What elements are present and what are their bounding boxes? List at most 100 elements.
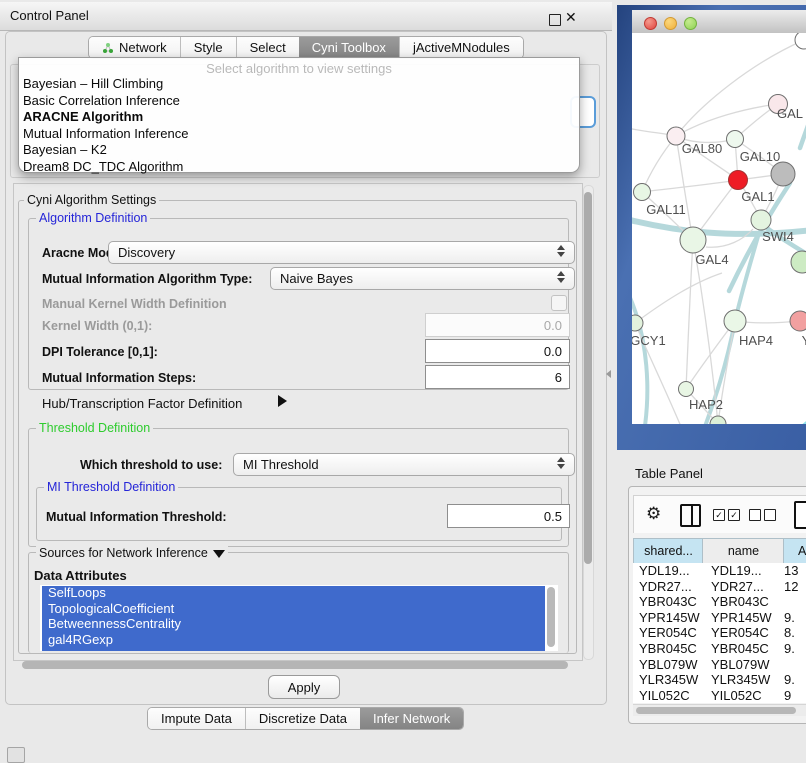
settings-vertical-scrollbar-thumb[interactable]	[584, 192, 592, 564]
tab-network[interactable]: Network	[89, 37, 180, 58]
column-header-partial[interactable]: A	[783, 538, 806, 564]
algorithm-option[interactable]: ARACNE Algorithm	[19, 109, 579, 126]
network-node-swi4[interactable]	[751, 210, 771, 230]
table-hscroll-thumb[interactable]	[636, 707, 796, 714]
kernel-width-field[interactable]: 0.0	[425, 313, 570, 337]
table-cell: YBL079W	[633, 657, 708, 673]
which-threshold-combo[interactable]: MI Threshold	[233, 453, 575, 476]
network-node-y[interactable]	[790, 311, 806, 331]
gear-icon[interactable]: ⚙	[646, 504, 661, 524]
which-threshold-label: Which threshold to use:	[80, 458, 222, 472]
network-node-hap4[interactable]	[724, 310, 746, 332]
close-traffic-light-icon[interactable]	[644, 17, 657, 30]
table-cell: YIL052C	[633, 688, 708, 703]
panel-divider-arrow[interactable]	[606, 370, 611, 378]
network-window-titlebar[interactable]	[632, 10, 806, 34]
tab-label: Impute Data	[161, 711, 232, 726]
tab-jactivemnodules[interactable]: jActiveMNodules	[399, 37, 523, 58]
cyan-thick-edge	[780, 409, 806, 424]
minimized-panel-icon[interactable]	[7, 747, 25, 763]
sources-collapse-arrow-icon[interactable]	[213, 550, 225, 558]
network-node-gal11[interactable]	[634, 184, 651, 201]
network-node-gal4[interactable]	[680, 227, 706, 253]
tab-cyni-toolbox[interactable]: Cyni Toolbox	[299, 37, 399, 58]
algorithm-option[interactable]: Basic Correlation Inference	[19, 93, 579, 110]
unchecked-checkbox-icon[interactable]	[764, 509, 776, 521]
network-node-gal10[interactable]	[727, 131, 744, 148]
which-threshold-value: MI Threshold	[243, 457, 319, 472]
table-cell	[783, 594, 806, 610]
attribute-item[interactable]: TopologicalCoefficient	[40, 601, 558, 617]
table-horizontal-scrollbar[interactable]	[633, 704, 806, 716]
attribute-item[interactable]: SelfLoops	[40, 585, 558, 601]
column-header-name[interactable]: name	[702, 538, 785, 564]
table-cell: 8.	[783, 625, 806, 641]
control-panel-titlebar	[0, 2, 612, 31]
aracne-mode-combo[interactable]: Discovery	[108, 241, 575, 264]
mi-type-combo[interactable]: Naive Bayes	[270, 267, 575, 290]
manual-kernel-checkbox[interactable]	[551, 295, 567, 311]
data-attributes-list[interactable]: SelfLoopsTopologicalCoefficientBetweenne…	[40, 585, 558, 651]
network-view[interactable]: GALGAL80GAL10GAL1GAL11SWI4GAL4GCY1HAP4YH…	[632, 33, 806, 424]
table-row[interactable]: YDR27...YDR27...12	[633, 579, 806, 595]
algorithm-definition-title: Algorithm Definition	[36, 211, 150, 225]
table-cell: YER054C	[708, 625, 783, 641]
table-row[interactable]: YLR345WYLR345W9.	[633, 672, 806, 688]
table-row[interactable]: YDL19...YDL19...13	[633, 563, 806, 579]
network-node-label: HAP2	[689, 397, 723, 412]
mi-threshold-field[interactable]: 0.5	[447, 504, 570, 528]
network-node-hap2[interactable]	[679, 382, 694, 397]
bottom-tab-discretize-data[interactable]: Discretize Data	[245, 708, 360, 729]
bottom-tab-infer-network[interactable]: Infer Network	[360, 708, 463, 729]
tab-select[interactable]: Select	[236, 37, 299, 58]
table-panel-title: Table Panel	[635, 466, 703, 481]
algorithm-option[interactable]: Bayesian – Hill Climbing	[19, 76, 579, 93]
checked-checkbox-icon[interactable]: ✓	[713, 509, 725, 521]
network-node[interactable]	[771, 162, 795, 186]
minimize-traffic-light-icon[interactable]	[664, 17, 677, 30]
network-node-label: GAL	[777, 106, 803, 121]
control-panel-tabs: NetworkStyle Select Cyni ToolboxjActiveMNo…	[88, 36, 524, 59]
network-node-gcy1[interactable]	[632, 315, 643, 331]
unchecked-checkbox-icon[interactable]	[749, 509, 761, 521]
column-view-icon[interactable]	[680, 504, 701, 527]
table-cell: YBR043C	[708, 594, 783, 610]
algorithm-option[interactable]: Bayesian – K2	[19, 142, 579, 159]
table-row[interactable]: YBL079WYBL079W	[633, 657, 806, 673]
zoom-traffic-light-icon[interactable]	[684, 17, 697, 30]
tab-style[interactable]: Style	[180, 37, 236, 58]
network-node[interactable]	[791, 251, 806, 273]
table-row[interactable]: YER054CYER054C8.	[633, 625, 806, 641]
tab-label: Select	[250, 40, 286, 55]
algorithm-option[interactable]: Mutual Information Inference	[19, 126, 579, 143]
settings-horizontal-scrollbar[interactable]	[22, 661, 568, 669]
network-node[interactable]	[795, 33, 806, 49]
sources-group-title[interactable]: Sources for Network Inference	[36, 546, 228, 560]
float-window-icon[interactable]	[549, 14, 561, 26]
table-file-icon[interactable]	[794, 501, 806, 529]
algorithm-option[interactable]: Dream8 DC_TDC Algorithm	[19, 159, 579, 176]
table-row[interactable]: YIL052CYIL052C9	[633, 688, 806, 703]
checked-checkbox-icon[interactable]: ✓	[728, 509, 740, 521]
attributes-list-scrollbar[interactable]	[547, 587, 555, 647]
table-row[interactable]: YBR045CYBR045C9.	[633, 641, 806, 657]
data-attributes-label: Data Attributes	[34, 568, 127, 583]
attribute-item[interactable]: BetweennessCentrality	[40, 616, 558, 632]
cyni-settings-group-title: Cyni Algorithm Settings	[24, 193, 159, 207]
network-node-gal1[interactable]	[729, 171, 748, 190]
apply-button[interactable]: Apply	[268, 675, 340, 699]
dpi-tolerance-field[interactable]: 0.0	[425, 339, 570, 363]
table-row[interactable]: YBR043CYBR043C	[633, 594, 806, 610]
hub-definition-label[interactable]: Hub/Transcription Factor Definition	[42, 396, 242, 411]
mi-steps-field[interactable]: 6	[425, 365, 570, 389]
network-node-label: SWI4	[762, 229, 794, 244]
network-node-label: GAL4	[695, 252, 728, 267]
column-header-shared[interactable]: shared...	[633, 538, 704, 564]
table-row[interactable]: YPR145WYPR145W9.	[633, 610, 806, 626]
hub-expand-arrow-icon[interactable]	[278, 395, 287, 407]
table-rows[interactable]: YDL19...YDL19...13YDR27...YDR27...12YBR0…	[633, 563, 806, 703]
bottom-tab-impute-data[interactable]: Impute Data	[148, 708, 245, 729]
attribute-item[interactable]: gal4RGexp	[40, 632, 558, 648]
mi-type-label: Mutual Information Algorithm Type:	[42, 272, 252, 286]
close-icon[interactable]: ✕	[565, 9, 577, 26]
